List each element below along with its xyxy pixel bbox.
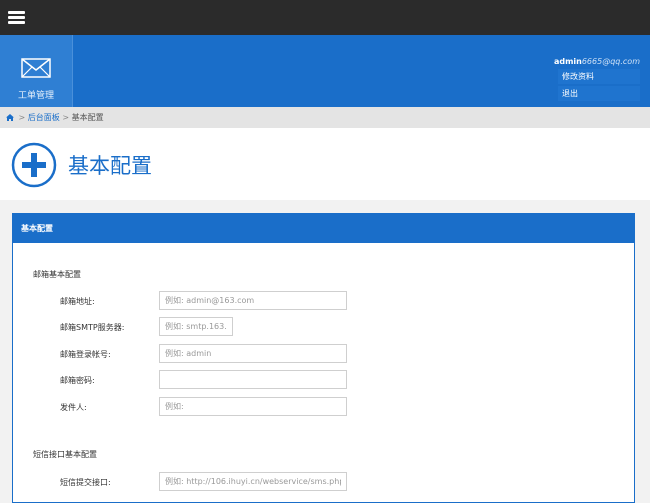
sender-input[interactable] — [159, 397, 347, 416]
logout-link[interactable]: 退出 — [558, 86, 640, 101]
mail-account-label: 邮箱登录帐号: — [60, 350, 111, 359]
hamburger-icon[interactable] — [8, 11, 25, 25]
page-title: 基本配置 — [68, 154, 152, 178]
home-icon[interactable] — [6, 114, 14, 121]
panel-title: 基本配置 — [13, 214, 634, 243]
module-ticket-management[interactable]: 工单管理 — [0, 35, 73, 107]
user-email: 6665@qq.com — [581, 57, 640, 66]
breadcrumb-dashboard-link[interactable]: 后台面板 — [28, 113, 60, 122]
breadcrumb-current: 基本配置 — [71, 113, 104, 122]
config-panel: 基本配置 邮箱基本配置 邮箱地址: 邮箱SMTP服务器: 邮箱登录帐号: 邮箱密… — [12, 213, 635, 503]
top-bar — [0, 0, 650, 35]
sms-endpoint-input[interactable] — [159, 472, 347, 491]
mail-password-input[interactable] — [159, 370, 347, 389]
mail-address-label: 邮箱地址: — [60, 297, 95, 306]
user-name: admin — [553, 57, 582, 66]
user-display: admin6665@qq.com — [554, 57, 640, 66]
header: 工单管理 admin6665@qq.com 修改资料 退出 — [0, 35, 650, 107]
mail-account-input[interactable] — [159, 344, 347, 363]
sender-label: 发件人: — [60, 403, 87, 412]
breadcrumb: > 后台面板 > 基本配置 — [0, 107, 650, 128]
smtp-server-label: 邮箱SMTP服务器: — [60, 323, 125, 332]
title-bar: 基本配置 — [0, 128, 650, 200]
module-label: 工单管理 — [17, 91, 54, 101]
mail-password-label: 邮箱密码: — [60, 376, 95, 385]
envelope-icon — [21, 58, 51, 78]
edit-profile-link[interactable]: 修改资料 — [558, 69, 640, 84]
mail-address-input[interactable] — [159, 291, 347, 310]
plus-circle-icon — [11, 142, 57, 188]
sms-endpoint-label: 短信提交接口: — [60, 478, 111, 487]
sms-section-title: 短信接口基本配置 — [33, 450, 97, 459]
smtp-server-input[interactable] — [159, 317, 233, 336]
mail-section-title: 邮箱基本配置 — [33, 270, 81, 279]
